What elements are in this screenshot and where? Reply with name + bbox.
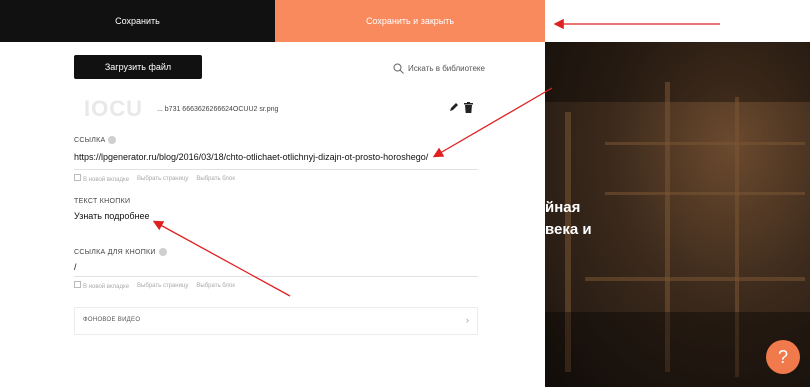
new-tab-checkbox[interactable]: В новой вкладке xyxy=(74,281,129,290)
help-icon[interactable] xyxy=(158,248,167,256)
link-options: В новой вкладке Выбрать страницу Выбрать… xyxy=(74,174,235,183)
chevron-right-icon: › xyxy=(466,315,469,325)
trash-icon[interactable] xyxy=(464,102,473,113)
background-video-section[interactable]: ФОНОВОЕ ВИДЕО › xyxy=(74,307,478,335)
search-library-link[interactable]: Искать в библиотеке xyxy=(393,63,485,74)
file-thumbnail: IOCU xyxy=(84,96,143,121)
new-tab-checkbox[interactable]: В новой вкладке xyxy=(74,174,129,183)
help-chat-button[interactable]: ? xyxy=(766,340,800,374)
pick-page-link[interactable]: Выбрать страницу xyxy=(137,176,188,182)
search-library-label: Искать в библиотеке xyxy=(408,64,485,73)
link-label-row: ССЫЛКА xyxy=(74,136,117,144)
link-underline xyxy=(74,169,478,170)
hero-heading: йная века и xyxy=(545,199,592,238)
button-link-options: В новой вкладке Выбрать страницу Выбрать… xyxy=(74,281,235,290)
button-text-label: ТЕКСТ КНОПКИ xyxy=(74,198,131,205)
button-link-underline xyxy=(74,276,478,277)
pick-block-link[interactable]: Выбрать блок xyxy=(196,176,235,182)
file-name: ... b731 6663626266624OCUU2 sr.png xyxy=(157,106,279,113)
toolbar: Сохранить Сохранить и закрыть xyxy=(0,0,545,42)
editor-panel: Загрузить файл Искать в библиотеке IOCU … xyxy=(0,42,545,387)
save-button[interactable]: Сохранить xyxy=(0,0,275,42)
button-text-input[interactable]: Узнать подробнее xyxy=(74,211,150,221)
save-and-close-button[interactable]: Сохранить и закрыть xyxy=(275,0,545,42)
preview-background: йная века и xyxy=(545,42,810,387)
pick-page-link[interactable]: Выбрать страницу xyxy=(137,283,188,289)
pencil-icon[interactable] xyxy=(449,102,459,112)
link-label: ССЫЛКА xyxy=(74,136,106,144)
background-video-label: ФОНОВОЕ ВИДЕО xyxy=(83,317,141,323)
upload-file-button[interactable]: Загрузить файл xyxy=(74,55,202,79)
file-row: IOCU ... b731 6663626266624OCUU2 sr.png xyxy=(74,96,478,121)
top-right-strip xyxy=(545,0,810,42)
help-icon[interactable] xyxy=(108,136,117,144)
pick-block-link[interactable]: Выбрать блок xyxy=(196,283,235,289)
search-icon xyxy=(393,63,404,74)
button-link-label: ССЫЛКА ДЛЯ КНОПКИ xyxy=(74,248,156,256)
button-link-label-row: ССЫЛКА ДЛЯ КНОПКИ xyxy=(74,248,167,256)
link-input[interactable]: https://lpgenerator.ru/blog/2016/03/18/c… xyxy=(74,152,428,162)
button-link-input[interactable]: / xyxy=(74,262,77,272)
